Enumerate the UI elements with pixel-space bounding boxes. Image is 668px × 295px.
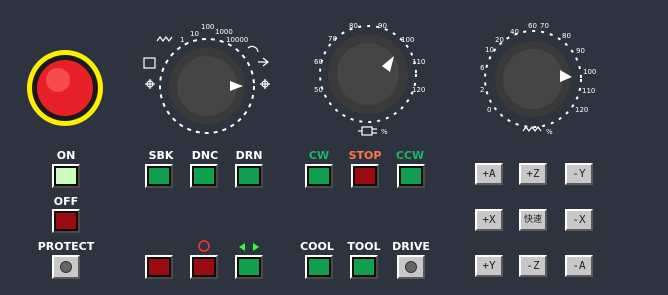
alarm-icon — [198, 240, 210, 252]
jog-minus-z-button[interactable]: -Z — [519, 255, 547, 277]
mode-tick-10000: 10000 — [226, 36, 249, 44]
key-icon — [60, 261, 72, 273]
feed-tick-100: 100 — [583, 68, 597, 76]
on-label: ON — [56, 149, 76, 162]
spindle-icon — [358, 126, 377, 136]
spindle-unit: % — [381, 128, 388, 136]
protect-label: PROTECT — [37, 240, 95, 253]
spindle-tick-80: 80 — [349, 22, 358, 30]
jog-plus-y-button[interactable]: +Y — [475, 255, 503, 277]
machine-control-panel: 1 10 100 1000 10000 50 60 70 80 90 100 1… — [0, 0, 668, 295]
spindle-tick-110: 110 — [412, 58, 426, 66]
jog-minus-x-button[interactable]: -X — [565, 209, 593, 231]
off-button[interactable] — [52, 209, 80, 233]
drn-button[interactable] — [235, 164, 263, 188]
drive-key-switch[interactable] — [397, 255, 425, 279]
spindle-tick-60: 60 — [314, 58, 323, 66]
jog-plus-x-button[interactable]: +X — [475, 209, 503, 231]
sbk-button[interactable] — [145, 164, 173, 188]
feed-tick-110: 110 — [582, 87, 596, 95]
emergency-stop-button[interactable] — [27, 50, 103, 126]
mode-knob[interactable] — [159, 38, 255, 134]
lube-icon — [239, 243, 259, 251]
jog-minus-a-button[interactable]: -A — [565, 255, 593, 277]
feed-tick-0: 0 — [487, 106, 492, 114]
feed-tick-70: 70 — [540, 22, 549, 30]
tool-button[interactable] — [350, 255, 378, 279]
off-label: OFF — [53, 195, 79, 208]
cool-button[interactable] — [305, 255, 333, 279]
edit-icon — [143, 57, 156, 69]
feed-tick-60: 60 — [528, 22, 537, 30]
jog-wave-icon — [156, 36, 173, 42]
feed-unit: % — [546, 128, 553, 136]
dnc-button[interactable] — [190, 164, 218, 188]
mode-tick-1000: 1000 — [215, 28, 233, 36]
spindle-tick-70: 70 — [328, 35, 337, 43]
jog-minus-y-button[interactable]: -Y — [565, 163, 593, 185]
feed-wave-icon — [522, 126, 542, 132]
feed-tick-6: 6 — [480, 64, 485, 72]
clamp-button[interactable] — [145, 255, 173, 279]
jog-plus-z-button[interactable]: +Z — [519, 163, 547, 185]
mode-tick-100: 100 — [201, 23, 215, 31]
feed-tick-80: 80 — [562, 32, 571, 40]
mdi-icon — [247, 45, 259, 53]
auto-icon — [258, 57, 269, 67]
lube-button[interactable] — [235, 255, 263, 279]
drive-label: DRIVE — [392, 240, 430, 253]
mode-tick-10: 10 — [190, 30, 199, 38]
ccw-label: CCW — [395, 149, 425, 162]
drn-label: DRN — [235, 149, 263, 162]
feed-tick-40: 40 — [510, 28, 519, 36]
feed-tick-10: 10 — [485, 46, 494, 54]
spindle-ccw-button[interactable] — [397, 164, 425, 188]
spindle-tick-100: 100 — [401, 36, 415, 44]
spindle-tick-120: 120 — [412, 86, 426, 94]
on-button[interactable] — [52, 164, 80, 188]
jog-plus-a-button[interactable]: +A — [475, 163, 503, 185]
mode-tick-1: 1 — [180, 36, 185, 44]
feed-tick-120: 120 — [575, 106, 589, 114]
spindle-cw-button[interactable] — [305, 164, 333, 188]
spindle-tick-90: 90 — [378, 22, 387, 30]
feed-tick-2: 2 — [480, 86, 485, 94]
key-icon — [405, 261, 417, 273]
feed-tick-20: 20 — [495, 36, 504, 44]
jog-rapid-button[interactable]: 快速 — [519, 209, 547, 231]
feed-override-knob[interactable] — [484, 30, 582, 128]
protect-key-switch[interactable] — [52, 255, 80, 279]
spindle-tick-50: 50 — [314, 86, 323, 94]
alarm-button[interactable] — [190, 255, 218, 279]
feed-tick-90: 90 — [576, 47, 585, 55]
spindle-stop-button[interactable] — [351, 164, 379, 188]
